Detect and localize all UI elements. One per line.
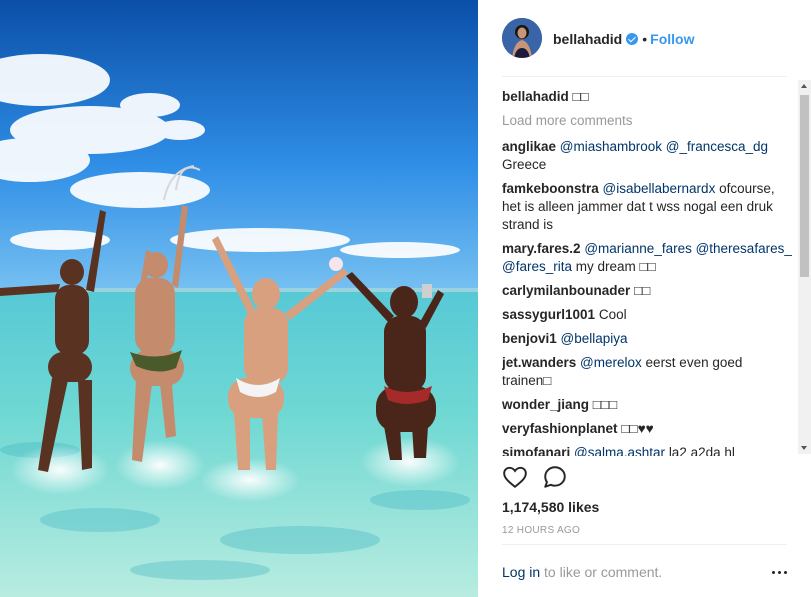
more-options-icon[interactable] — [772, 570, 788, 576]
caption: bellahadid □□ — [502, 88, 794, 106]
scroll-up-arrow-icon[interactable] — [798, 80, 811, 93]
comment-username[interactable]: famkeboonstra — [502, 181, 599, 196]
comment-item: mary.fares.2 @marianne_fares @theresafar… — [502, 240, 794, 276]
verified-badge-icon — [626, 33, 639, 45]
post-sidebar: bellahadid • Follow bellahadid □□ Load mor… — [478, 0, 811, 597]
comment-item: veryfashionplanet □□♥♥ — [502, 420, 794, 438]
post-timestamp[interactable]: 12 HOURS AGO — [502, 525, 580, 536]
follow-button[interactable]: Follow — [650, 31, 694, 47]
separator-dot: • — [642, 31, 648, 47]
comment-item: anglikae @miashambrook @_francesca_dg Gr… — [502, 138, 794, 174]
like-count[interactable]: 1,174,580 likes — [502, 499, 599, 515]
comment-item: carlymilanbounader □□ — [502, 282, 794, 300]
comment-bubble-icon[interactable] — [542, 464, 568, 490]
avatar[interactable] — [502, 18, 542, 58]
heart-icon[interactable] — [502, 464, 528, 490]
post-actions — [502, 464, 787, 492]
login-prompt: Log in to like or comment. — [502, 564, 662, 580]
comment-item: benjovi1 @bellapiya — [502, 330, 794, 348]
comment-item: famkeboonstra @isabellabernardx ofcourse… — [502, 180, 794, 234]
divider — [502, 544, 787, 545]
comment-text: □□♥♥ — [621, 421, 654, 436]
caption-username[interactable]: bellahadid — [502, 89, 569, 104]
comment-item: wonder_jiang □□□ — [502, 396, 794, 414]
comment-item: simofanari @salma.ashtar la2 a2da hl — [502, 444, 794, 456]
comment-text: □□□ — [592, 397, 618, 412]
post-author-username[interactable]: bellahadid — [553, 31, 622, 47]
comment-username[interactable]: simofanari — [502, 445, 570, 456]
comment-mentions[interactable]: @isabellabernardx — [603, 181, 716, 196]
post-header-row: bellahadid • Follow — [553, 30, 694, 48]
comment-mentions[interactable]: @salma.ashtar — [574, 445, 665, 456]
comment-username[interactable]: mary.fares.2 — [502, 241, 581, 256]
caption-text: □□ — [572, 89, 589, 104]
comment-username[interactable]: wonder_jiang — [502, 397, 589, 412]
comment-text: my dream □□ — [575, 259, 656, 274]
comment-mentions[interactable]: @miashambrook @_francesca_dg — [560, 139, 768, 154]
post-photo — [0, 0, 478, 597]
divider — [502, 76, 787, 77]
comment-text: □□ — [634, 283, 651, 298]
comments-scrollbar[interactable] — [798, 80, 811, 454]
comment-username[interactable]: jet.wanders — [502, 355, 576, 370]
comment-username[interactable]: carlymilanbounader — [502, 283, 630, 298]
comment-mentions[interactable]: @merelox — [580, 355, 642, 370]
comment-username[interactable]: veryfashionplanet — [502, 421, 618, 436]
load-more-comments-button[interactable]: Load more comments — [502, 112, 794, 130]
comments-list[interactable]: bellahadid □□ Load more comments anglika… — [502, 88, 794, 456]
comment-text: Greece — [502, 157, 547, 172]
comment-text: la2 a2da hl — [668, 445, 735, 456]
login-link[interactable]: Log in — [502, 564, 540, 580]
comment-mentions[interactable]: @bellapiya — [561, 331, 628, 346]
comment-text: Cool — [598, 307, 627, 322]
comment-item: jet.wanders @merelox eerst even goed tra… — [502, 354, 794, 390]
scrollbar-thumb[interactable] — [800, 95, 809, 277]
comment-username[interactable]: anglikae — [502, 139, 556, 154]
post-header: bellahadid • Follow — [478, 0, 811, 76]
scroll-down-arrow-icon[interactable] — [798, 441, 811, 454]
login-prompt-text: to like or comment. — [540, 564, 663, 580]
comment-item: sassygurl1001 Cool — [502, 306, 794, 324]
comment-username[interactable]: sassygurl1001 — [502, 307, 595, 322]
comment-username[interactable]: benjovi1 — [502, 331, 557, 346]
